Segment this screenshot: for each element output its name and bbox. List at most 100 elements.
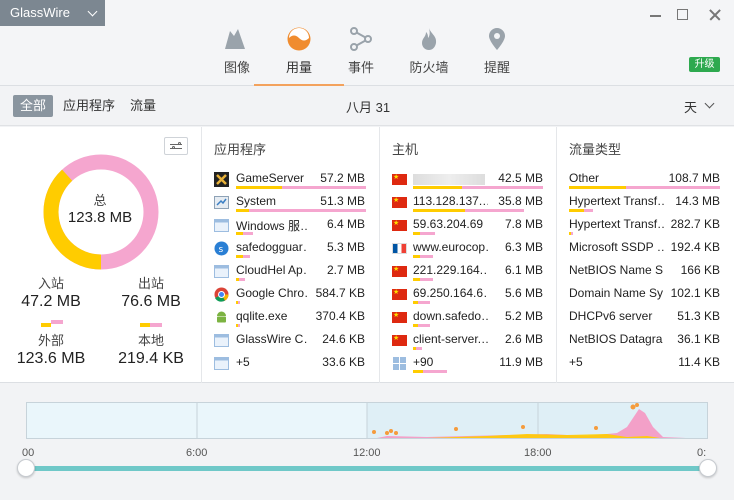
list-item[interactable]: 221.229.164.… 6.1 MB bbox=[392, 263, 552, 286]
list-item[interactable]: client-server.… 2.6 MB bbox=[392, 332, 552, 355]
incoming-bar bbox=[236, 209, 249, 212]
total-label: 总 bbox=[93, 193, 107, 208]
item-value: 192.4 KB bbox=[670, 240, 720, 254]
close-button[interactable] bbox=[700, 4, 730, 26]
item-value: 2.7 MB bbox=[326, 263, 365, 277]
app-menu-button[interactable]: GlassWire bbox=[0, 0, 105, 26]
china-flag-icon bbox=[392, 196, 407, 208]
list-item[interactable]: 42.5 MB bbox=[392, 171, 552, 194]
incoming-bar bbox=[569, 186, 627, 189]
chevron-down-icon bbox=[704, 98, 715, 109]
outgoing-bar bbox=[238, 278, 246, 281]
upgrade-button[interactable]: 升级 bbox=[689, 57, 720, 72]
item-name: Domain Name Sy… bbox=[569, 286, 664, 300]
usage-panel: 总 123.8 MB 入站 47.2 MB 出站 76.6 MB 外部 123.… bbox=[0, 127, 734, 383]
incoming-bar bbox=[413, 209, 465, 212]
maximize-button[interactable] bbox=[668, 4, 698, 26]
divider bbox=[556, 127, 557, 383]
list-item[interactable]: Google Chro… 584.7 KB bbox=[214, 286, 374, 309]
timeline: 00 6:00 12:00 18:00 0: bbox=[0, 384, 734, 500]
list-item[interactable]: System 51.3 MB bbox=[214, 194, 374, 217]
incoming-bar bbox=[413, 370, 424, 373]
filter-traffic[interactable]: 流量 bbox=[130, 95, 156, 117]
timeline-end-handle[interactable] bbox=[699, 459, 717, 477]
window-icon bbox=[214, 356, 229, 371]
date-label: 八月 31 bbox=[346, 100, 391, 115]
outgoing-bar bbox=[238, 301, 240, 304]
external-label: 外部 bbox=[37, 333, 64, 348]
list-item[interactable]: GlassWire C… 24.6 KB bbox=[214, 332, 374, 355]
chart-settings-button[interactable] bbox=[164, 137, 188, 155]
outgoing-bar bbox=[281, 186, 366, 189]
list-item[interactable]: GameServer 57.2 MB bbox=[214, 171, 374, 194]
tab-label: 防火墙 bbox=[409, 60, 449, 75]
tab-events[interactable]: 事件 bbox=[331, 24, 391, 86]
item-value: 7.8 MB bbox=[504, 217, 543, 231]
china-flag-icon bbox=[392, 173, 407, 185]
item-name bbox=[413, 174, 485, 185]
list-item[interactable]: 59.63.204.69 7.8 MB bbox=[392, 217, 552, 240]
list-item[interactable]: 113.128.137.… 35.8 MB bbox=[392, 194, 552, 217]
list-item[interactable]: qqlite.exe 370.4 KB bbox=[214, 309, 374, 332]
list-item[interactable]: Windows 服… 6.4 MB bbox=[214, 217, 374, 240]
list-item[interactable]: Hypertext Transf… 14.3 MB bbox=[569, 194, 729, 217]
list-item[interactable]: 69.250.164.6… 5.6 MB bbox=[392, 286, 552, 309]
safedog-icon: s bbox=[214, 241, 229, 256]
list-item[interactable]: Hypertext Transf… 282.7 KB bbox=[569, 217, 729, 240]
item-value: 5.6 MB bbox=[504, 286, 543, 300]
filter-apps[interactable]: 应用程序 bbox=[63, 95, 115, 117]
item-value: 584.7 KB bbox=[315, 286, 365, 300]
timeline-start-handle[interactable] bbox=[17, 459, 35, 477]
list-item[interactable]: +5 11.4 KB bbox=[569, 355, 729, 378]
item-name: 59.63.204.69 bbox=[413, 217, 484, 231]
external-out-bar bbox=[51, 320, 63, 324]
list-item[interactable]: down.safedo… 5.2 MB bbox=[392, 309, 552, 332]
tab-firewall[interactable]: 防火墙 bbox=[399, 24, 459, 86]
list-item[interactable]: Microsoft SSDP … 192.4 KB bbox=[569, 240, 729, 263]
list-item[interactable]: NetBIOS Datagra… 36.1 KB bbox=[569, 332, 729, 355]
item-value: 6.4 MB bbox=[326, 217, 365, 231]
item-name: CloudHel Ap… bbox=[236, 263, 308, 277]
filter-all[interactable]: 全部 bbox=[13, 95, 54, 117]
item-value: 24.6 KB bbox=[322, 332, 365, 346]
event-marker bbox=[635, 403, 639, 407]
item-value: 108.7 MB bbox=[668, 171, 720, 185]
android-icon bbox=[214, 310, 229, 325]
china-flag-icon bbox=[392, 219, 407, 231]
window-icon bbox=[214, 218, 229, 233]
tab-usage[interactable]: 用量 bbox=[254, 24, 344, 86]
tab-alerts[interactable]: 提醒 bbox=[467, 24, 527, 86]
list-item[interactable]: www.eurocop… 6.3 MB bbox=[392, 240, 552, 263]
minimize-icon bbox=[650, 15, 661, 17]
item-name: down.safedo… bbox=[413, 309, 488, 323]
fire-icon bbox=[422, 28, 437, 50]
list-item[interactable]: NetBIOS Name S… 166 KB bbox=[569, 263, 729, 286]
incoming-label: 入站 bbox=[37, 276, 64, 291]
settings-icon-knob bbox=[172, 146, 175, 149]
outgoing-bar bbox=[418, 301, 430, 304]
outgoing-bar bbox=[415, 347, 423, 350]
list-item[interactable]: CloudHel Ap… 2.7 MB bbox=[214, 263, 374, 286]
timeline-graph[interactable] bbox=[26, 402, 708, 439]
timeline-chart bbox=[196, 403, 707, 438]
tab-graph[interactable]: 图像 bbox=[207, 24, 267, 86]
list-item[interactable]: +5 33.6 KB bbox=[214, 355, 374, 378]
total-value: 123.8 MB bbox=[67, 209, 133, 226]
list-item[interactable]: DHCPv6 server 51.3 KB bbox=[569, 309, 729, 332]
list-item[interactable]: s safedogguar… 5.3 MB bbox=[214, 240, 374, 263]
list-item[interactable]: +90 11.9 MB bbox=[392, 355, 552, 378]
minimize-button[interactable] bbox=[640, 4, 670, 26]
period-select[interactable]: 天 bbox=[684, 97, 715, 116]
item-value: 370.4 KB bbox=[315, 309, 365, 323]
list-item[interactable]: Domain Name Sy… 102.1 KB bbox=[569, 286, 729, 309]
list-item[interactable]: Other 108.7 MB bbox=[569, 171, 729, 194]
outgoing-bar bbox=[418, 324, 430, 327]
item-name: 221.229.164.… bbox=[413, 263, 488, 277]
event-marker bbox=[630, 404, 636, 410]
outgoing-bar bbox=[465, 209, 524, 212]
timeline-range-track[interactable] bbox=[26, 466, 708, 471]
outgoing-bar bbox=[419, 232, 436, 235]
settings-icon-knob bbox=[178, 142, 181, 145]
outgoing-bar bbox=[249, 209, 366, 212]
item-name: www.eurocop… bbox=[413, 240, 488, 254]
